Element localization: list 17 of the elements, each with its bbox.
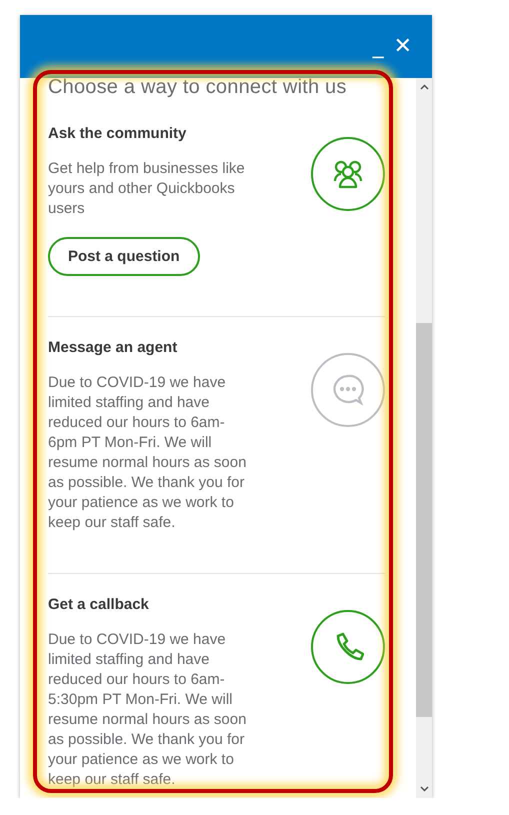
panel-heading: Choose a way to connect with us: [48, 78, 348, 99]
section-title: Get a callback: [48, 596, 150, 613]
people-icon: [331, 159, 365, 189]
chat-icon: [331, 373, 365, 407]
minimize-button[interactable]: _: [372, 36, 384, 58]
scrollbar[interactable]: [416, 78, 432, 798]
close-button[interactable]: ✕: [394, 36, 412, 58]
scrollbar-thumb[interactable]: [416, 323, 432, 717]
post-question-button[interactable]: Post a question: [48, 237, 200, 276]
contact-option-button[interactable]: [311, 610, 385, 684]
section-description: Get help from businesses like yours and other Quickbooks users: [48, 159, 246, 219]
contact-option-button[interactable]: [311, 137, 385, 211]
section-title: Message an agent: [48, 339, 178, 356]
section-description: Due to COVID-19 we have limited staffing and have reduced our hours to 6am-6pm PT Mon-Fri. We will resume normal hours as soon as possible. We thank you for your patience as we work to keep our staff safe.: [48, 373, 248, 533]
contact-option-button[interactable]: [311, 353, 385, 427]
section-description: Due to COVID-19 we have limited staffing and have reduced our hours to 6am-5:30pm PT Mon-Fri. We will resume normal hours as soon as possible. We thank you for your patience as we work to keep our staff safe.: [48, 630, 248, 790]
section-title: Ask the community: [48, 125, 188, 142]
